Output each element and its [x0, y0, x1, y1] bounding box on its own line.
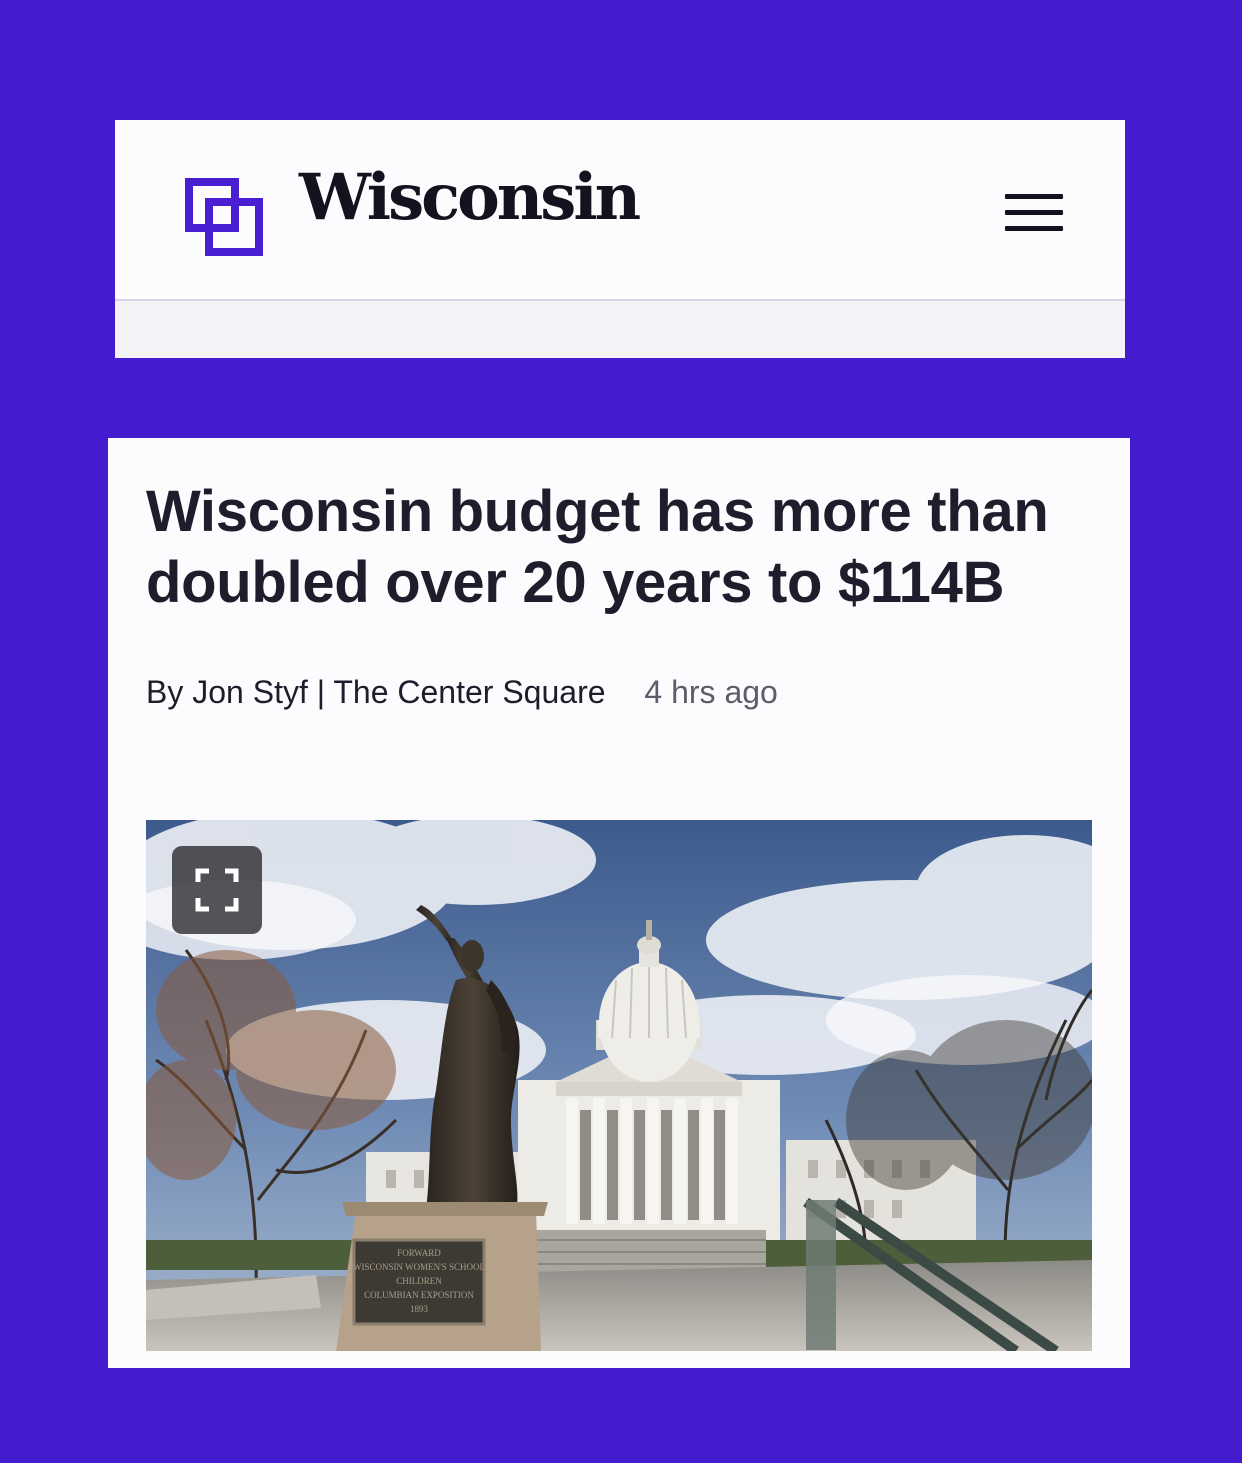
svg-text:1893: 1893: [410, 1304, 429, 1314]
site-header: Wisconsin: [115, 120, 1125, 358]
article-headline[interactable]: Wisconsin budget has more than doubled o…: [146, 476, 1096, 618]
svg-text:CHILDREN: CHILDREN: [396, 1276, 442, 1286]
header-bar: Wisconsin: [115, 120, 1125, 301]
capitol-photo: FORWARD WISCONSIN WOMEN'S SCHOOL CHILDRE…: [146, 820, 1092, 1351]
svg-text:FORWARD: FORWARD: [397, 1248, 441, 1258]
site-name[interactable]: Wisconsin: [299, 166, 641, 230]
article-meta: By Jon Styf | The Center Square 4 hrs ag…: [146, 672, 778, 712]
article-card: Wisconsin budget has more than doubled o…: [108, 438, 1130, 1368]
svg-text:COLUMBIAN EXPOSITION: COLUMBIAN EXPOSITION: [364, 1290, 474, 1300]
expand-fullscreen-icon[interactable]: [172, 846, 262, 934]
svg-text:WISCONSIN WOMEN'S SCHOOL: WISCONSIN WOMEN'S SCHOOL: [353, 1262, 485, 1272]
article-photo[interactable]: FORWARD WISCONSIN WOMEN'S SCHOOL CHILDRE…: [146, 820, 1092, 1351]
hamburger-menu-icon[interactable]: [1005, 192, 1063, 232]
overlapping-squares-logo-icon[interactable]: [185, 178, 263, 256]
byline: By Jon Styf | The Center Square: [146, 674, 606, 710]
timestamp: 4 hrs ago: [644, 674, 778, 710]
